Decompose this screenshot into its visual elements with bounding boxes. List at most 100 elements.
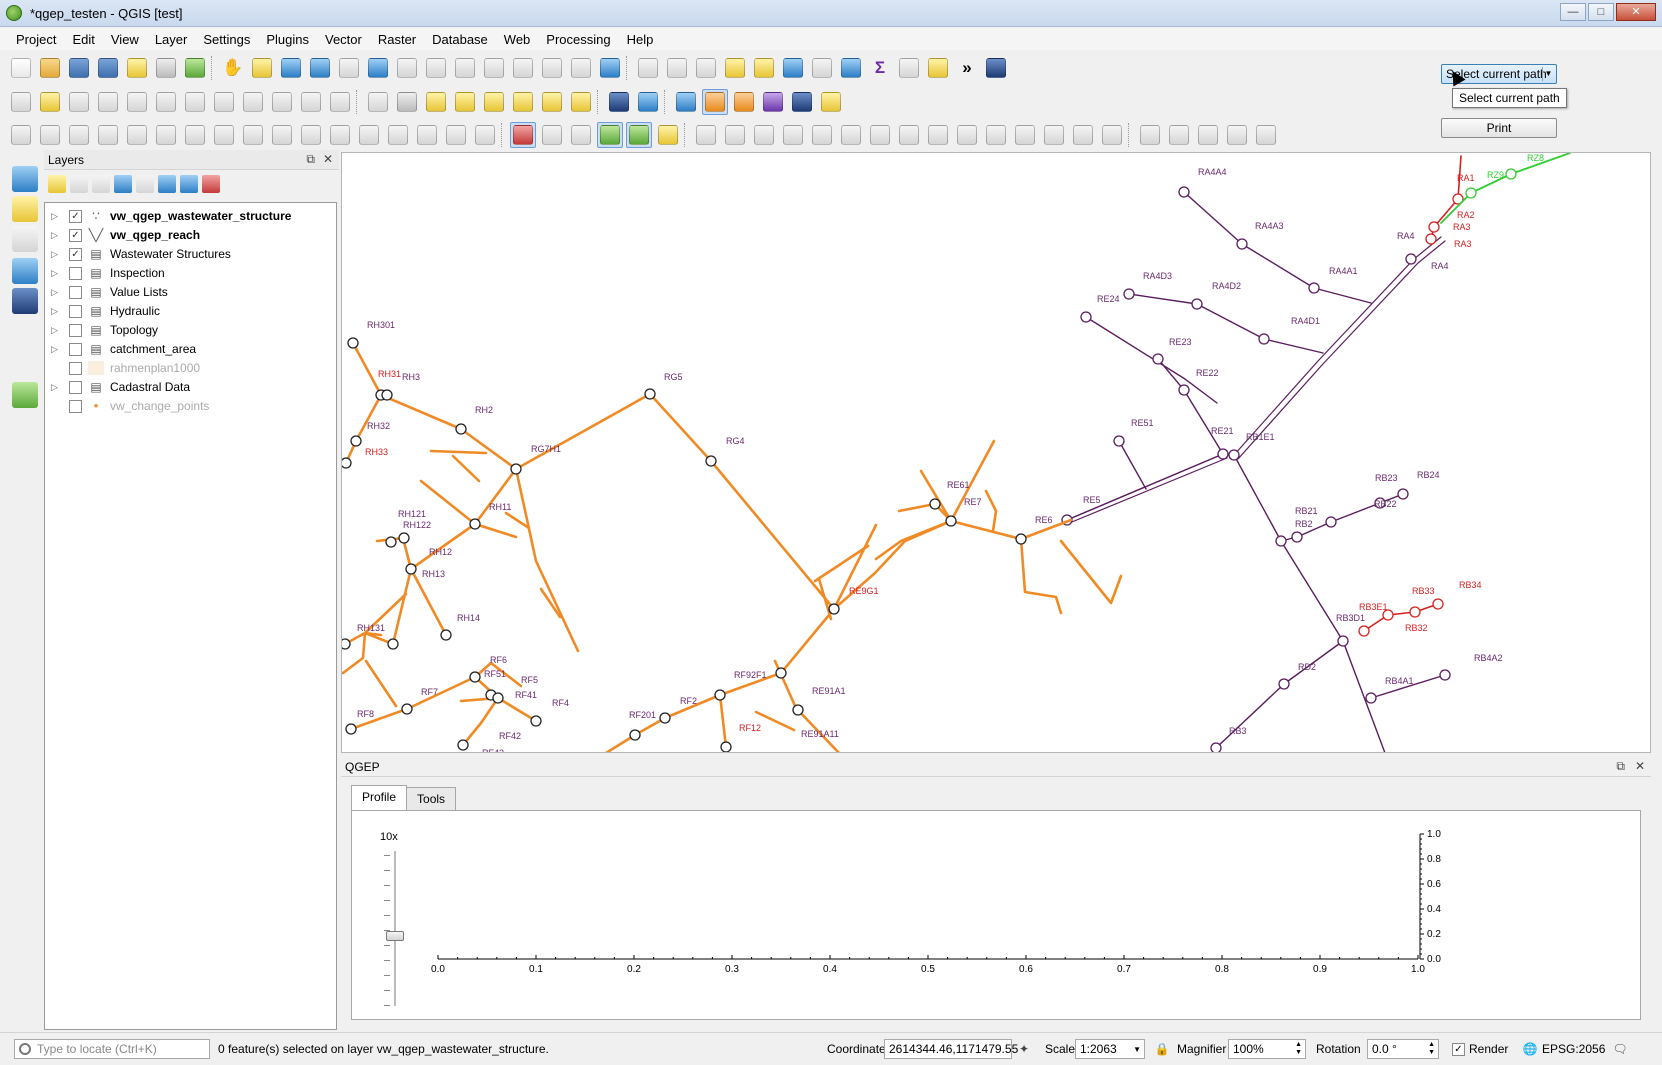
expand-arrow-icon[interactable]: ▷ [51, 211, 65, 222]
zoom-selection-button[interactable] [394, 55, 420, 81]
shape-digitize-1-button[interactable] [693, 122, 719, 148]
data-source-manager-button[interactable] [12, 166, 38, 192]
layer-row[interactable]: ▷ ▤ catchment_area [45, 339, 336, 359]
sql-button[interactable] [789, 89, 815, 115]
float-panel-icon[interactable]: ⧉ [1616, 759, 1625, 774]
reshape-button[interactable] [269, 122, 295, 148]
manage-visibility-button[interactable] [92, 174, 110, 193]
expand-arrow-icon[interactable]: ▷ [51, 230, 65, 241]
offset-curve-button[interactable] [298, 122, 324, 148]
shape-digitize-6-button[interactable] [838, 122, 864, 148]
layer-visibility-checkbox[interactable] [69, 380, 82, 394]
new-print-layout-button[interactable] [124, 55, 150, 81]
layer-visibility-checkbox[interactable]: ✓ [69, 247, 82, 261]
copy-features-button[interactable] [240, 89, 266, 115]
modify-attributes-button[interactable] [153, 89, 179, 115]
vector-tool-4-button[interactable] [1224, 122, 1250, 148]
new-bookmark-button[interactable] [539, 55, 565, 81]
simplify-feature-button[interactable] [95, 122, 121, 148]
vector-tool-3-button[interactable] [1195, 122, 1221, 148]
qgep-upstream-button[interactable] [731, 89, 757, 115]
snap-intersection-button[interactable] [655, 122, 681, 148]
layer-visibility-checkbox[interactable] [69, 361, 82, 375]
layer-visibility-checkbox[interactable]: ✓ [69, 209, 82, 223]
expand-all-button[interactable] [158, 174, 176, 193]
expand-arrow-icon[interactable]: ▷ [51, 268, 65, 279]
layer-styling-button[interactable] [48, 174, 66, 193]
expand-arrow-icon[interactable]: ▷ [51, 382, 65, 393]
vector-tool-2-button[interactable] [1166, 122, 1192, 148]
tab-profile[interactable]: Profile [351, 785, 408, 810]
style-manager-button[interactable] [182, 55, 208, 81]
deselect-button[interactable] [751, 55, 777, 81]
add-line-layer-button[interactable] [12, 226, 38, 252]
crs-label[interactable]: EPSG:2056 [1542, 1042, 1605, 1056]
expand-arrow-icon[interactable]: ▷ [51, 325, 65, 336]
select-features-button[interactable] [693, 55, 719, 81]
remove-layer-button[interactable] [202, 174, 220, 193]
merge-attributes-button[interactable] [443, 122, 469, 148]
map-canvas[interactable]: RA4A4 RA4A3 RA4A1 RA4D3 RA4D2 RA4D1 RE24 RE23 RE… [341, 152, 1651, 753]
print-button[interactable]: Print [1441, 118, 1557, 138]
merge-features-button[interactable] [414, 122, 440, 148]
rotate-symbols-button[interactable] [472, 122, 498, 148]
statistics-button[interactable]: Σ [867, 55, 893, 81]
expand-arrow-icon[interactable]: ▷ [51, 344, 65, 355]
toggle-extents-icon[interactable]: ✦ [1016, 1041, 1032, 1057]
layer-visibility-checkbox[interactable]: ✓ [69, 228, 82, 242]
qgep-connect-button[interactable] [818, 89, 844, 115]
vertex-tool-button[interactable] [124, 89, 150, 115]
layer-visibility-checkbox[interactable] [69, 323, 82, 337]
snapping-mode-button[interactable] [539, 122, 565, 148]
map-svg[interactable]: RA4A4 RA4A3 RA4A1 RA4D3 RA4D2 RA4D1 RE24 RE23 RE… [342, 153, 1651, 753]
layer-row[interactable]: ▷ ✓ ╲╱ vw_qgep_reach [45, 225, 336, 245]
layer-row[interactable]: ▷ ▤ Hydraulic [45, 301, 336, 321]
fill-ring-button[interactable] [182, 122, 208, 148]
menu-web[interactable]: Web [496, 29, 539, 50]
globe-button[interactable] [606, 89, 632, 115]
snapping-visibility-button[interactable] [568, 122, 594, 148]
toolbar-overflow-button[interactable]: » [954, 55, 980, 81]
pin-labels-button[interactable] [423, 89, 449, 115]
field-calculator-button[interactable] [809, 55, 835, 81]
dropdown-arrow-icon[interactable]: ▼ [1542, 67, 1554, 81]
layer-row[interactable]: rahmenplan1000 [45, 358, 336, 378]
shape-digitize-11-button[interactable] [983, 122, 1009, 148]
add-group-button[interactable] [70, 174, 88, 193]
collapse-all-button[interactable] [180, 174, 198, 193]
expand-arrow-icon[interactable]: ▷ [51, 249, 65, 260]
move-feature-button[interactable] [37, 122, 63, 148]
toolbox-button[interactable] [838, 55, 864, 81]
zoom-layer-button[interactable] [423, 55, 449, 81]
messages-icon[interactable]: 🗨 [1612, 1041, 1628, 1057]
zoom-out-button[interactable] [307, 55, 333, 81]
zoom-full-button[interactable] [365, 55, 391, 81]
attribute-table-button[interactable] [780, 55, 806, 81]
new-project-button[interactable] [8, 55, 34, 81]
identify-button[interactable] [635, 55, 661, 81]
tab-tools[interactable]: Tools [406, 787, 457, 810]
qgep-downstream-button[interactable] [702, 89, 728, 115]
layer-row[interactable]: ▷ ✓ ▤ Wastewater Structures [45, 244, 336, 264]
pan-to-selection-button[interactable] [249, 55, 275, 81]
measure-button[interactable] [896, 55, 922, 81]
layer-visibility-checkbox[interactable] [69, 266, 82, 280]
filter-legend-button[interactable] [114, 174, 132, 193]
qgep-plugin-button[interactable] [12, 382, 38, 408]
change-label-button[interactable] [568, 89, 594, 115]
magnifier-spinbox[interactable]: 100% ▲ ▼ [1228, 1039, 1306, 1059]
layer-row[interactable]: ▷ ▤ Value Lists [45, 282, 336, 302]
scale-combobox[interactable]: 1:2063 ▼ [1075, 1039, 1145, 1059]
python-console-button[interactable] [635, 89, 661, 115]
menu-settings[interactable]: Settings [195, 29, 258, 50]
menu-project[interactable]: Project [8, 29, 64, 50]
qgep-profile-button[interactable] [673, 89, 699, 115]
toggle-editing-button[interactable] [37, 89, 63, 115]
map-tips-button[interactable] [925, 55, 951, 81]
cad-tools-button[interactable] [8, 122, 34, 148]
shape-digitize-13-button[interactable] [1041, 122, 1067, 148]
zoom-in-button[interactable] [278, 55, 304, 81]
shape-digitize-3-button[interactable] [751, 122, 777, 148]
coordinate-field[interactable]: 2614344.46,1171479.55 [884, 1039, 1018, 1059]
vector-tool-1-button[interactable] [1137, 122, 1163, 148]
